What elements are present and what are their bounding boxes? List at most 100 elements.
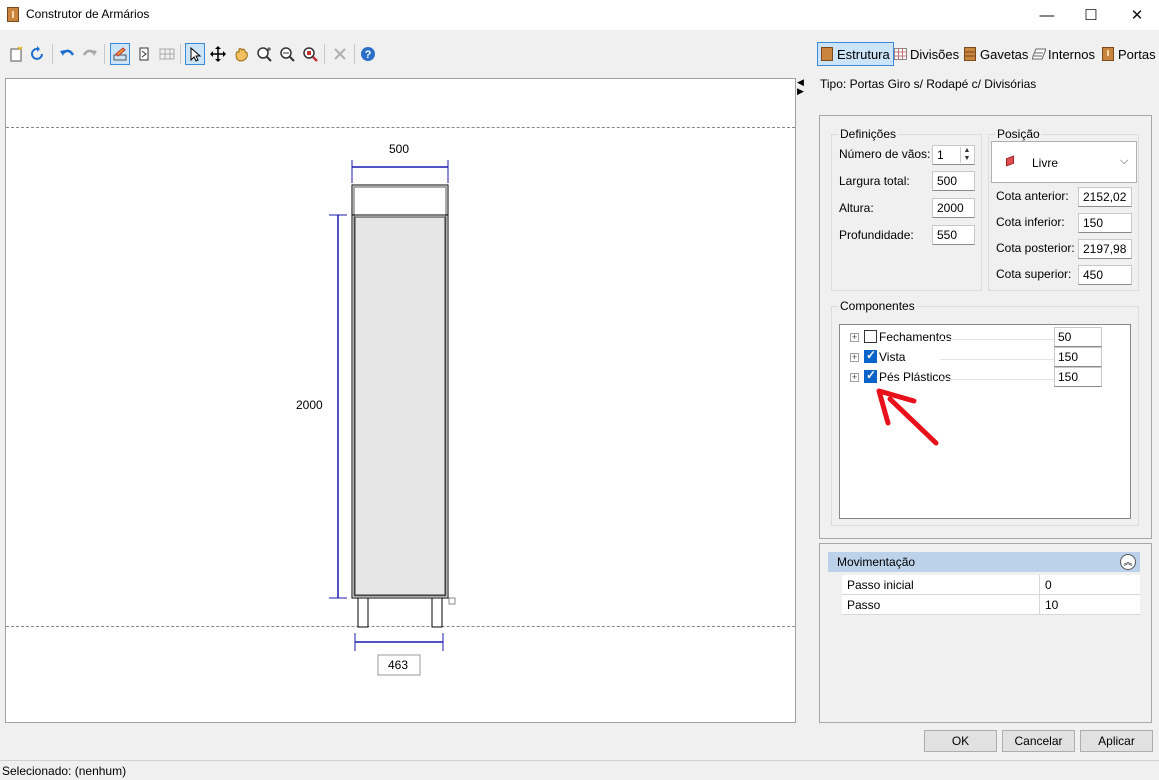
undo-icon[interactable] xyxy=(57,43,77,65)
dim-width-label: 500 xyxy=(389,142,410,156)
expand-icon[interactable]: + xyxy=(850,373,859,382)
vista-label: Vista xyxy=(879,350,906,364)
internos-icon xyxy=(1031,47,1047,61)
tree-item-fechamentos[interactable]: + Fechamentos 50 xyxy=(840,327,1130,347)
fechamentos-checkbox[interactable] xyxy=(864,330,877,343)
tab-portas-label: Portas xyxy=(1118,46,1156,62)
num-vaos-label: Número de vãos: xyxy=(839,147,931,161)
svg-text:?: ? xyxy=(365,49,372,61)
vista-value[interactable]: 150 xyxy=(1054,347,1102,367)
cota-posterior-input[interactable]: 2197,98 xyxy=(1078,239,1132,259)
tab-divisoes[interactable]: Divisões xyxy=(891,42,962,66)
redo-icon[interactable] xyxy=(80,43,100,65)
dimension-width xyxy=(351,160,449,183)
tree-item-vista[interactable]: + Vista 150 xyxy=(840,347,1130,367)
profundidade-label: Profundidade: xyxy=(839,228,914,242)
cota-inferior-label: Cota inferior: xyxy=(996,215,1065,229)
cancel-button[interactable]: Cancelar xyxy=(1002,730,1075,752)
tab-internos-label: Internos xyxy=(1048,46,1095,62)
tab-portas[interactable]: Portas xyxy=(1099,42,1159,66)
grid-row-passo-inicial[interactable]: Passo inicial 0 xyxy=(842,575,1140,595)
pes-plasticos-checkbox[interactable] xyxy=(864,368,877,383)
cota-superior-input[interactable]: 450 xyxy=(1078,265,1132,285)
altura-label: Altura: xyxy=(839,201,874,215)
pes-plasticos-value[interactable]: 150 xyxy=(1054,367,1102,387)
pointer-icon[interactable] xyxy=(185,43,205,65)
tree-item-pes-plasticos[interactable]: + Pés Plásticos 150 xyxy=(840,367,1130,387)
estrutura-icon xyxy=(821,47,833,61)
status-text: Selecionado: (nenhum) xyxy=(2,764,127,778)
passo-inicial-value[interactable]: 0 xyxy=(1045,578,1052,592)
refresh-icon[interactable] xyxy=(28,43,48,65)
profundidade-input[interactable]: 550 xyxy=(932,225,975,245)
divisoes-icon xyxy=(894,47,907,61)
tab-estrutura[interactable]: Estrutura xyxy=(817,42,894,66)
posicao-combo-value: Livre xyxy=(1032,156,1059,170)
tab-gavetas[interactable]: Gavetas xyxy=(961,42,1031,66)
tab-gavetas-label: Gavetas xyxy=(980,46,1029,62)
passo-inicial-label: Passo inicial xyxy=(847,578,914,592)
cabinet-drawing xyxy=(329,160,456,676)
grid-row-passo[interactable]: Passo 10 xyxy=(842,595,1140,615)
zoom-in-icon[interactable] xyxy=(254,43,274,65)
grid-icon[interactable] xyxy=(157,43,177,65)
annotation-arrow-icon xyxy=(876,388,939,446)
status-bar: Selecionado: (nenhum) xyxy=(0,760,1159,780)
select-box-icon[interactable] xyxy=(134,43,154,65)
resize-handle[interactable] xyxy=(448,597,456,605)
fechamentos-label: Fechamentos xyxy=(879,330,952,344)
minimize-button[interactable]: — xyxy=(1024,0,1070,30)
cota-anterior-input[interactable]: 2152,02 xyxy=(1078,187,1132,207)
passo-label: Passo xyxy=(847,598,881,612)
cabinet-body[interactable] xyxy=(351,184,449,599)
apply-button[interactable]: Aplicar xyxy=(1080,730,1153,752)
posicao-combo[interactable]: Livre ⌵ xyxy=(991,141,1137,183)
move-icon[interactable] xyxy=(208,43,228,65)
definicoes-legend: Definições xyxy=(840,127,897,141)
movimentacao-header[interactable]: Movimentação ︽ xyxy=(828,552,1140,572)
collapse-panel-arrows[interactable]: ◀ ▶ xyxy=(797,78,807,96)
largura-input[interactable]: 500 xyxy=(932,171,975,191)
zoom-out-icon[interactable] xyxy=(277,43,297,65)
stepper-arrows-icon[interactable]: ▲ ▼ xyxy=(960,147,973,163)
new-icon[interactable] xyxy=(6,43,26,65)
help-icon[interactable]: ? xyxy=(358,43,378,65)
draw-mode-icon[interactable] xyxy=(110,43,130,65)
portas-icon xyxy=(1102,47,1114,61)
window-title: Construtor de Armários xyxy=(26,7,150,21)
posicao-legend: Posição xyxy=(997,127,1040,141)
expand-icon[interactable]: + xyxy=(850,333,859,342)
cota-inferior-input[interactable]: 150 xyxy=(1078,213,1132,233)
toolbar: ? Estrutura Divisões Gavetas Internos Po… xyxy=(0,40,1159,70)
cota-anterior-label: Cota anterior: xyxy=(996,189,1069,203)
vista-checkbox[interactable] xyxy=(864,348,877,363)
tab-internos[interactable]: Internos xyxy=(1029,42,1098,66)
app-cabinet-icon xyxy=(7,7,19,22)
num-vaos-stepper[interactable]: 1 ▲ ▼ xyxy=(932,145,975,165)
chevron-down-icon[interactable]: ⌵ xyxy=(1120,155,1128,168)
tab-estrutura-label: Estrutura xyxy=(837,46,890,62)
drawing-canvas[interactable]: 500 2000 463 xyxy=(5,78,796,723)
tab-divisoes-label: Divisões xyxy=(910,46,960,62)
maximize-button[interactable]: ☐ xyxy=(1068,0,1114,30)
fechamentos-value[interactable]: 50 xyxy=(1054,327,1102,347)
expand-icon[interactable]: + xyxy=(850,353,859,362)
delete-icon[interactable] xyxy=(330,43,350,65)
dim-bottom-label: 463 xyxy=(388,658,409,672)
altura-input[interactable]: 2000 xyxy=(932,198,975,218)
pan-hand-icon[interactable] xyxy=(231,43,251,65)
componentes-legend: Componentes xyxy=(840,299,915,313)
movimentacao-title: Movimentação xyxy=(837,555,916,569)
zoom-fit-icon[interactable] xyxy=(300,43,320,65)
pes-plasticos-label: Pés Plásticos xyxy=(879,370,952,384)
dimension-height xyxy=(329,214,347,599)
gavetas-icon xyxy=(964,47,976,61)
close-button[interactable]: ✕ xyxy=(1114,0,1159,30)
cota-superior-label: Cota superior: xyxy=(996,267,1072,281)
cabinet-feet[interactable] xyxy=(357,597,443,628)
largura-label: Largura total: xyxy=(839,174,910,188)
ok-button[interactable]: OK xyxy=(924,730,997,752)
passo-value[interactable]: 10 xyxy=(1045,598,1058,612)
collapse-up-icon[interactable]: ︽ xyxy=(1120,554,1136,570)
position-shape-icon xyxy=(1006,155,1014,167)
